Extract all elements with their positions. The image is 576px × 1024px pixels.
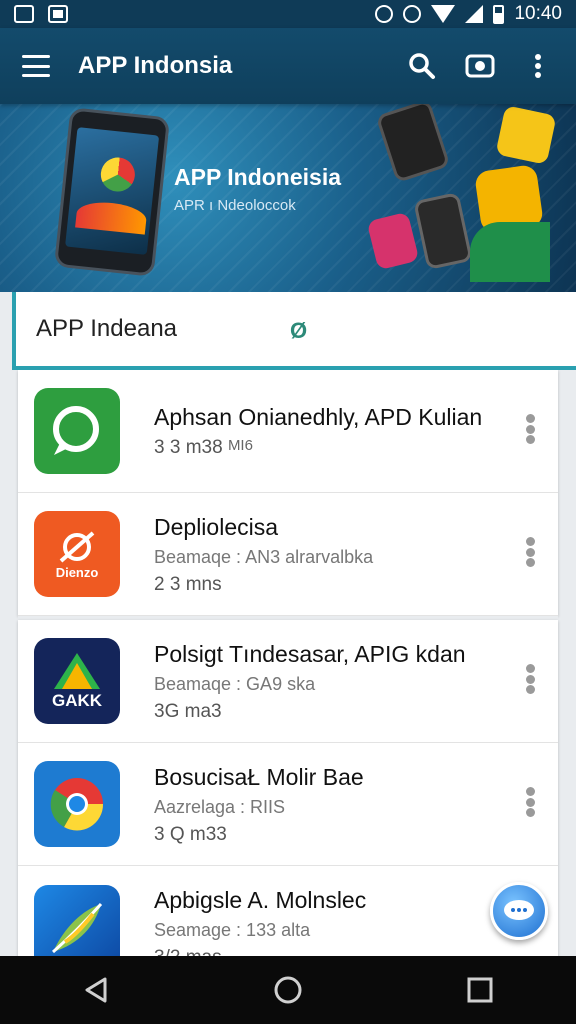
yellow-tile-icon (495, 105, 557, 165)
clear-search-icon[interactable]: Ø (290, 318, 307, 344)
gallery-icon (48, 5, 68, 23)
hero-title: APP Indoneisia (174, 164, 342, 190)
phone-illustration-small (375, 104, 451, 183)
signal-icon (465, 5, 484, 23)
chat-bubble-icon (34, 388, 120, 474)
system-nav-bar (0, 956, 576, 1024)
gakk-icon: GAKK (34, 638, 120, 724)
search-query: APP Indeana (36, 315, 178, 342)
app-title: APP Indonsia (78, 52, 233, 79)
search-field[interactable]: APP Indeana Ø (12, 292, 576, 370)
menu-icon[interactable] (22, 55, 50, 77)
app-size: 2 3 mns (154, 573, 222, 595)
app-size: 3 Q m33 (154, 823, 227, 845)
app-extra: MI6 (227, 437, 253, 454)
battery-icon (493, 4, 505, 24)
camera-icon[interactable] (464, 50, 496, 82)
list-item[interactable]: Dienzo Depliolecisa Beamaqe : AN3 alrarv… (18, 493, 558, 616)
search-icon[interactable] (406, 50, 438, 82)
app-list: Aphsan Onianedhly, APD Kulian 3 3 m38 MI… (18, 370, 558, 989)
hero-banner[interactable]: APP Indoneisia APR ı Ndeoloccok (0, 104, 576, 292)
chrome-like-icon (34, 761, 120, 847)
app-name: Aphsan Onianedhly, APD Kulian (154, 404, 483, 430)
app-subtitle: Aazrelaga : RIIS (154, 796, 286, 817)
app-name: Polsigt Tındesasar, APIG kdan (154, 640, 466, 667)
app-icon-label: Dienzo (55, 564, 99, 580)
more-options-icon[interactable] (524, 537, 536, 567)
sync-icon (403, 5, 422, 23)
phone-illustration-orange (413, 191, 473, 271)
app-subtitle: Beamaqe : AN3 alrarvalbka (154, 546, 374, 567)
green-shape (470, 222, 550, 282)
app-subtitle: Beamaqe : GA9 ska (154, 673, 316, 694)
recents-icon[interactable] (456, 966, 504, 1014)
hero-text: APP Indoneisia APR ı Ndeoloccok (174, 164, 341, 214)
pink-tile-icon (366, 211, 420, 271)
alarm-icon (375, 5, 394, 23)
app-icon-label: GAKK (51, 691, 103, 710)
more-options-icon[interactable] (524, 664, 536, 694)
orange-app-icon: Dienzo (34, 511, 120, 597)
phone-illustration (53, 107, 171, 277)
back-icon[interactable] (72, 966, 120, 1014)
app-size: 3 3 m38 (154, 437, 223, 458)
wifi-icon (431, 5, 456, 23)
chat-fab-button[interactable] (490, 882, 548, 940)
notification-icon (14, 5, 34, 23)
app-name: BosucisaŁ Molir Bae (154, 763, 364, 790)
home-icon[interactable] (264, 966, 312, 1014)
chat-icon (504, 900, 534, 920)
list-item[interactable]: Aphsan Onianedhly, APD Kulian 3 3 m38 MI… (18, 370, 558, 493)
list-item[interactable]: GAKK Polsigt Tındesasar, APIG kdan Beama… (18, 620, 558, 743)
app-name: Depliolecisa (154, 513, 279, 540)
app-bar: APP Indonsia (0, 28, 576, 104)
overflow-menu-icon[interactable] (522, 50, 554, 82)
list-item[interactable]: BosucisaŁ Molir Bae Aazrelaga : RIIS 3 Q… (18, 743, 558, 866)
more-options-icon[interactable] (524, 787, 536, 817)
status-bar: 10:40 (0, 0, 576, 28)
clock: 10:40 (514, 3, 562, 24)
hero-subtitle: APR ı Ndeoloccok (174, 197, 296, 214)
app-size: 3G ma3 (154, 700, 222, 722)
more-options-icon[interactable] (524, 414, 536, 444)
